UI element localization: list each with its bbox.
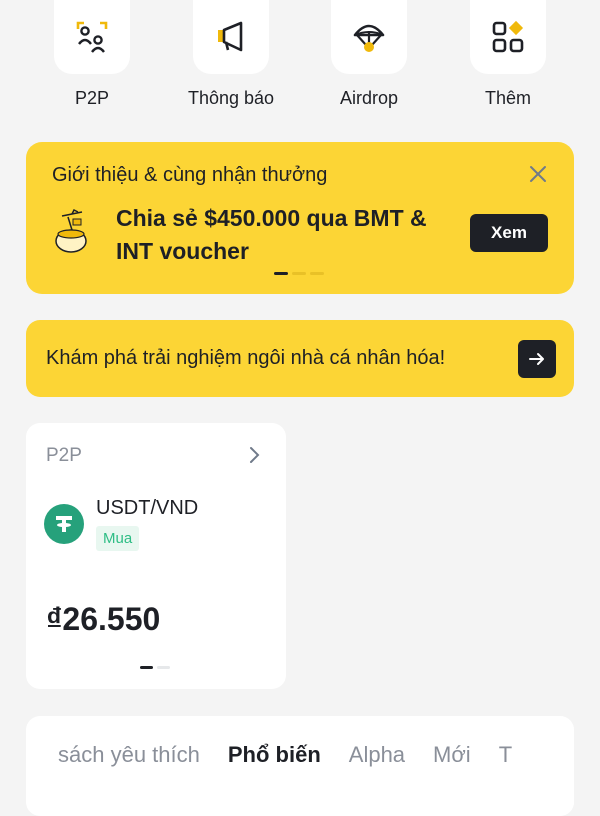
- more-grid-icon: [492, 20, 524, 53]
- quick-action-more[interactable]: Thêm: [448, 0, 568, 109]
- explore-banner-text: Khám phá trải nghiệm ngôi nhà cá nhân hó…: [46, 347, 446, 369]
- promo-carousel-dots: [274, 272, 324, 275]
- quick-action-icon-box: [331, 0, 407, 74]
- promo-headline: Chia sẻ $450.000 qua BMT & INT voucher: [116, 205, 427, 264]
- quick-action-icon-box: [54, 0, 130, 74]
- trading-pair: USDT/VND: [96, 497, 199, 519]
- p2p-card-title: P2P: [46, 445, 82, 466]
- quick-action-label: P2P: [74, 88, 110, 108]
- quick-action-label: Thêm: [484, 88, 531, 108]
- market-list-card: sách yêu thích Phổ biến Alpha Mới T: [26, 716, 574, 816]
- tab-favorites[interactable]: sách yêu thích: [58, 742, 200, 768]
- market-tabs: sách yêu thích Phổ biến Alpha Mới T: [58, 742, 512, 768]
- tabs-fade-overlay: [514, 716, 574, 816]
- buy-badge: Mua: [96, 526, 140, 551]
- carousel-dot-active: [140, 666, 153, 669]
- tab-alpha[interactable]: Alpha: [349, 742, 405, 768]
- p2p-card[interactable]: P2P USDT/VND Mua ₫26.550: [26, 423, 286, 689]
- arrow-right-button[interactable]: [518, 340, 556, 378]
- coconut-drink-icon: [55, 208, 87, 253]
- tab-truncated[interactable]: T: [499, 742, 512, 768]
- close-icon[interactable]: [528, 164, 548, 184]
- quick-action-airdrop[interactable]: Airdrop: [309, 0, 429, 109]
- view-button[interactable]: Xem: [470, 214, 548, 252]
- tab-new[interactable]: Mới: [433, 742, 471, 768]
- tab-popular[interactable]: Phổ biến: [228, 742, 321, 768]
- carousel-dot: [292, 272, 306, 275]
- p2p-carousel-dots: [140, 666, 170, 669]
- quick-action-icon-box: [193, 0, 269, 74]
- chevron-right-icon[interactable]: [248, 445, 262, 465]
- megaphone-icon: [218, 21, 243, 52]
- arrow-right-icon: [529, 353, 544, 365]
- carousel-dot: [310, 272, 324, 275]
- p2p-people-icon: [76, 21, 108, 53]
- parachute-icon: [353, 24, 385, 52]
- p2p-price: ₫26.550: [46, 601, 161, 637]
- quick-action-announcements[interactable]: Thông báo: [171, 0, 291, 109]
- carousel-dot: [157, 666, 170, 669]
- quick-action-label: Airdrop: [339, 88, 399, 108]
- tether-coin-icon: [44, 504, 84, 544]
- personalize-home-banner[interactable]: Khám phá trải nghiệm ngôi nhà cá nhân hó…: [26, 320, 574, 397]
- quick-action-p2p[interactable]: P2P: [32, 0, 152, 109]
- referral-promo-banner[interactable]: Giới thiệu & cùng nhận thưởng Chia sẻ $4…: [26, 142, 574, 294]
- carousel-dot-active: [274, 272, 288, 275]
- promo-title: Giới thiệu & cùng nhận thưởng: [52, 164, 328, 186]
- quick-action-label: Thông báo: [187, 88, 275, 108]
- quick-action-icon-box: [470, 0, 546, 74]
